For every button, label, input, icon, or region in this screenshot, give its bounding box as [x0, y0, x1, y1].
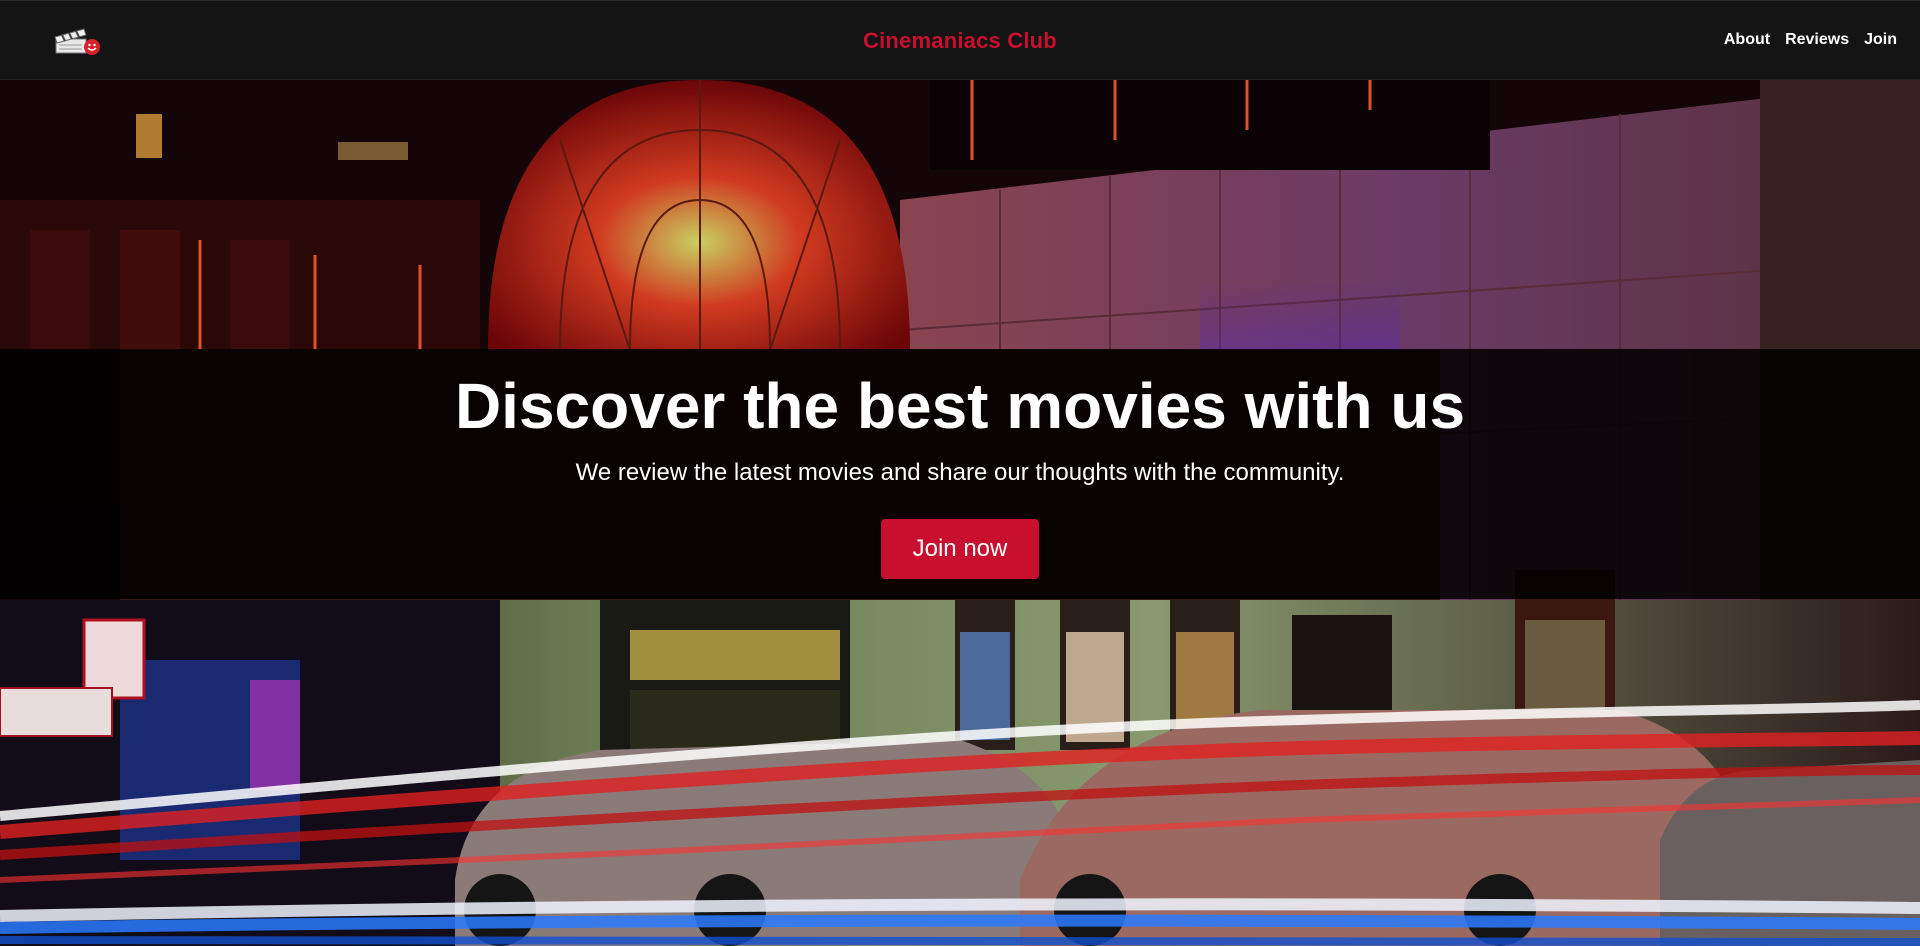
nav-link-about[interactable]: About: [1724, 31, 1770, 49]
navbar: Cinemaniacs Club About Reviews Join: [0, 0, 1920, 80]
brand-title: Cinemaniacs Club: [863, 28, 1057, 53]
join-now-button[interactable]: Join now: [881, 519, 1039, 579]
hero-subtitle: We review the latest movies and share ou…: [575, 459, 1345, 486]
nav-links: About Reviews Join: [1724, 31, 1897, 49]
hero-section: Discover the best movies with us We revi…: [0, 349, 1920, 599]
page: Cinemaniacs Club About Reviews Join Disc…: [0, 0, 1920, 946]
nav-link-reviews[interactable]: Reviews: [1785, 31, 1849, 49]
nav-link-join[interactable]: Join: [1864, 31, 1897, 49]
hero-title: Discover the best movies with us: [454, 370, 1466, 442]
